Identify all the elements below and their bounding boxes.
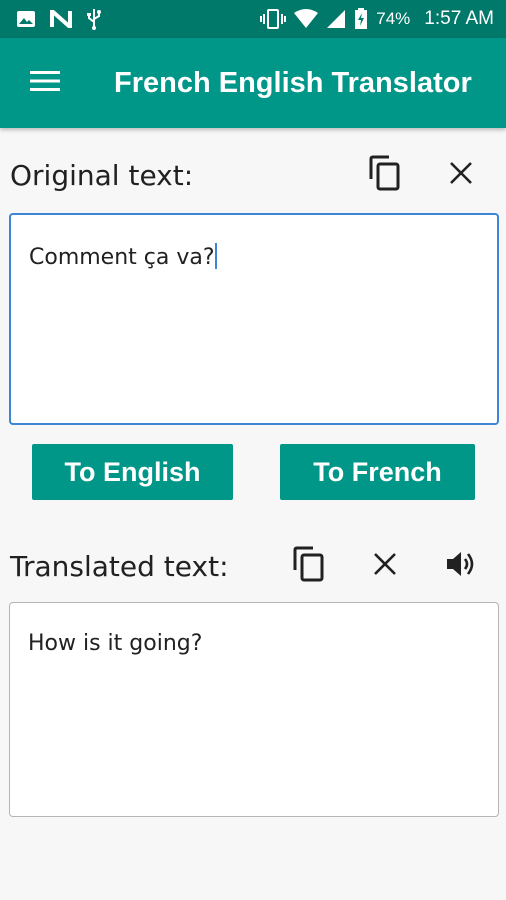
to-french-button[interactable]: To French	[280, 444, 475, 500]
copy-icon	[369, 155, 401, 195]
copy-icon	[293, 546, 325, 586]
translated-text-output[interactable]: How is it going?	[9, 602, 499, 817]
battery-percent: 74%	[376, 9, 411, 28]
original-text-input[interactable]: Comment ça va?	[9, 213, 499, 425]
clear-icon	[449, 161, 473, 189]
app-bar: French English Translator	[0, 38, 506, 128]
clear-original-button[interactable]	[437, 151, 485, 199]
wifi-icon	[294, 9, 319, 29]
translated-text-value: How is it going?	[28, 631, 203, 656]
original-text-value: Comment ça va?	[29, 245, 215, 270]
menu-button[interactable]	[0, 38, 90, 128]
copy-translated-button[interactable]	[285, 542, 333, 590]
copy-original-button[interactable]	[361, 151, 409, 199]
text-cursor	[214, 243, 217, 269]
signal-icon	[326, 9, 346, 29]
translated-text-label: Translated text:	[10, 549, 229, 583]
status-bar: 74% 1:57 AM	[0, 0, 506, 38]
image-icon	[16, 10, 36, 28]
original-text-header: Original text:	[10, 150, 500, 200]
original-text-label: Original text:	[10, 158, 194, 192]
translated-text-header: Translated text:	[10, 541, 500, 591]
clear-translated-button[interactable]	[361, 542, 409, 590]
vibrate-icon	[260, 9, 287, 29]
clock: 1:57 AM	[424, 8, 494, 29]
speaker-icon	[446, 550, 476, 582]
n-icon	[50, 10, 72, 28]
to-english-button[interactable]: To English	[32, 444, 233, 500]
app-title: French English Translator	[114, 66, 472, 99]
battery-charging-icon	[354, 8, 368, 30]
usb-icon	[86, 8, 102, 30]
speak-translated-button[interactable]	[437, 542, 485, 590]
clear-icon	[373, 552, 397, 580]
menu-icon	[30, 70, 60, 96]
